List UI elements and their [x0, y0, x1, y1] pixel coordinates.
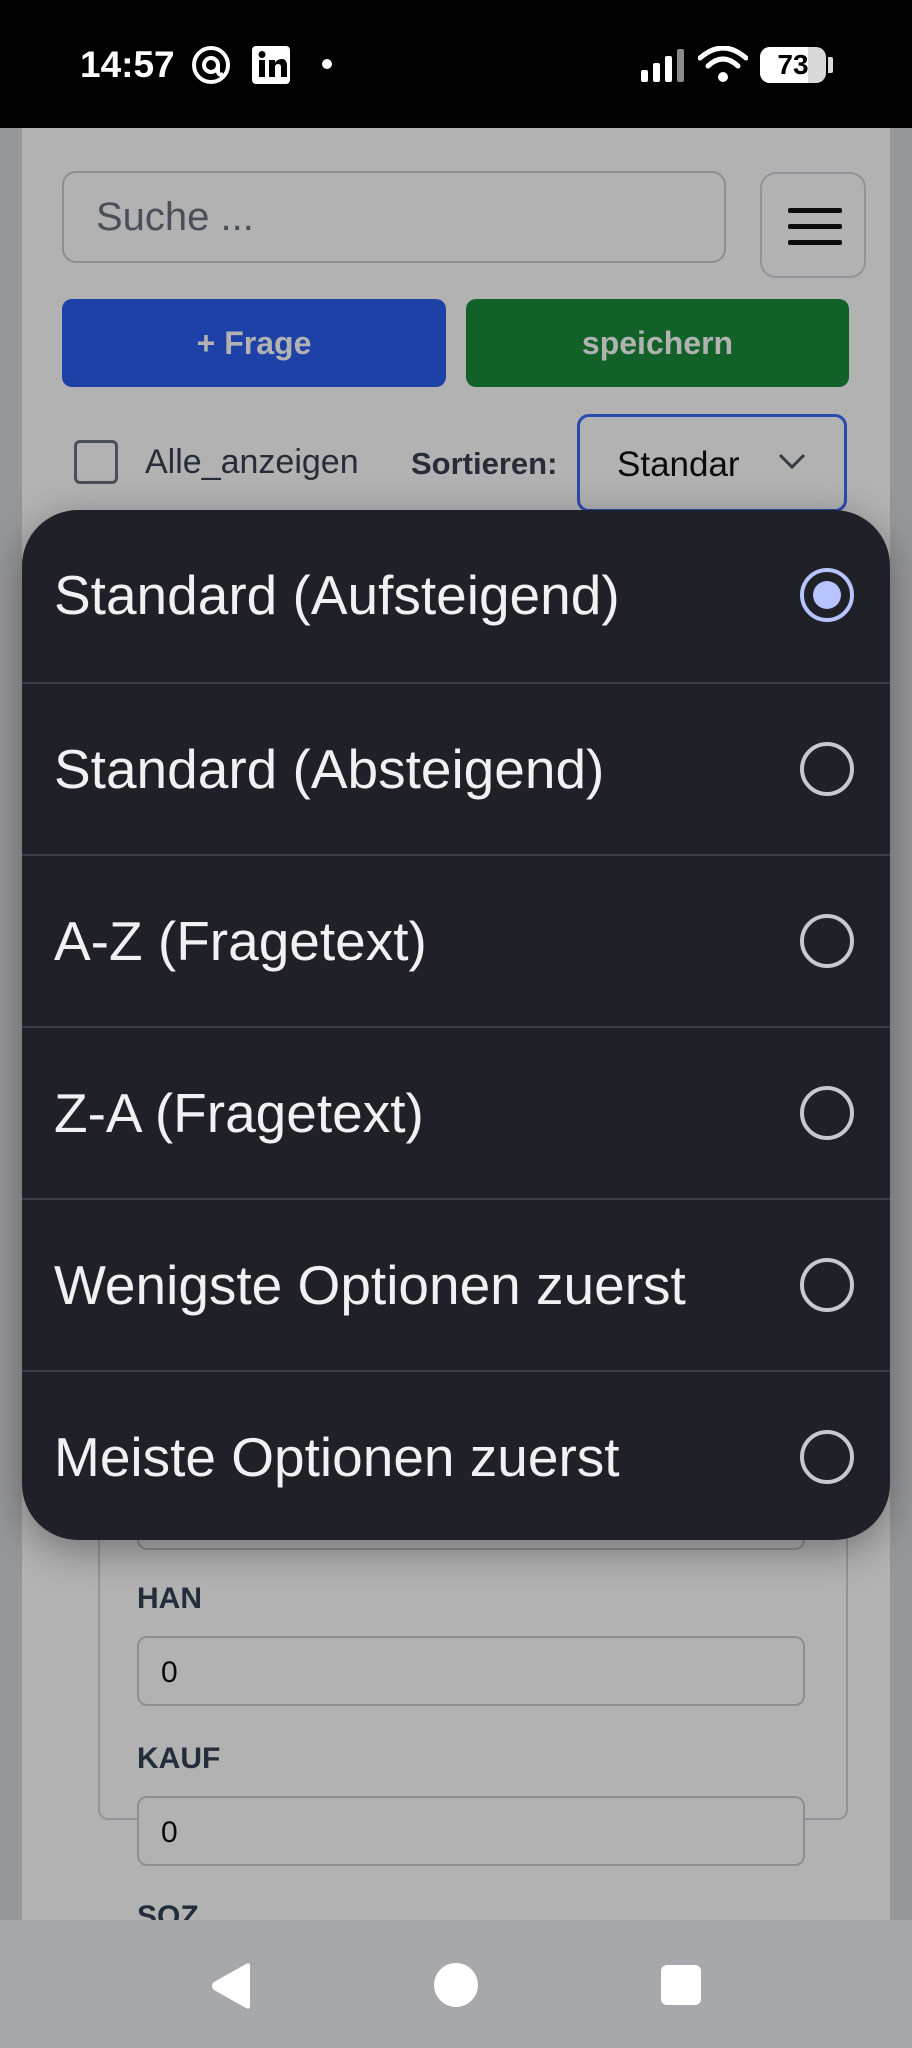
sort-option-most-options[interactable]: Meiste Optionen zuerst	[22, 1370, 890, 1540]
status-bar: 14:57 73	[0, 0, 912, 128]
radio-icon[interactable]	[800, 742, 854, 796]
sort-option-standard-asc[interactable]: Standard (Aufsteigend)	[22, 510, 890, 682]
battery-icon: 73	[760, 47, 826, 83]
sort-option-a-z[interactable]: A-Z (Fragetext)	[22, 854, 890, 1026]
radio-icon[interactable]	[800, 914, 854, 968]
notification-dot-icon	[322, 59, 332, 69]
sort-option-label: Z-A (Fragetext)	[54, 1082, 424, 1144]
sort-option-label: Meiste Optionen zuerst	[54, 1426, 620, 1488]
sort-option-label: Standard (Absteigend)	[54, 738, 605, 800]
linkedin-icon	[252, 46, 290, 84]
threads-icon	[192, 46, 230, 84]
radio-selected-icon[interactable]	[800, 568, 854, 622]
status-time: 14:57	[80, 44, 175, 85]
navigation-bar	[0, 1920, 912, 2048]
sort-option-z-a[interactable]: Z-A (Fragetext)	[22, 1026, 890, 1198]
sort-options-sheet: Standard (Aufsteigend) Standard (Absteig…	[22, 510, 890, 1540]
wifi-icon	[698, 46, 748, 82]
home-icon[interactable]	[433, 1962, 479, 2008]
sort-option-fewest-options[interactable]: Wenigste Optionen zuerst	[22, 1198, 890, 1370]
sort-option-label: A-Z (Fragetext)	[54, 910, 427, 972]
recents-icon[interactable]	[660, 1964, 702, 2006]
sort-option-label: Wenigste Optionen zuerst	[54, 1254, 686, 1316]
signal-icon	[641, 49, 684, 82]
radio-icon[interactable]	[800, 1086, 854, 1140]
sort-option-standard-desc[interactable]: Standard (Absteigend)	[22, 682, 890, 854]
radio-icon[interactable]	[800, 1430, 854, 1484]
sort-option-label: Standard (Aufsteigend)	[54, 564, 620, 626]
battery-level: 73	[777, 49, 809, 80]
radio-icon[interactable]	[800, 1258, 854, 1312]
back-icon[interactable]	[208, 1962, 254, 2010]
